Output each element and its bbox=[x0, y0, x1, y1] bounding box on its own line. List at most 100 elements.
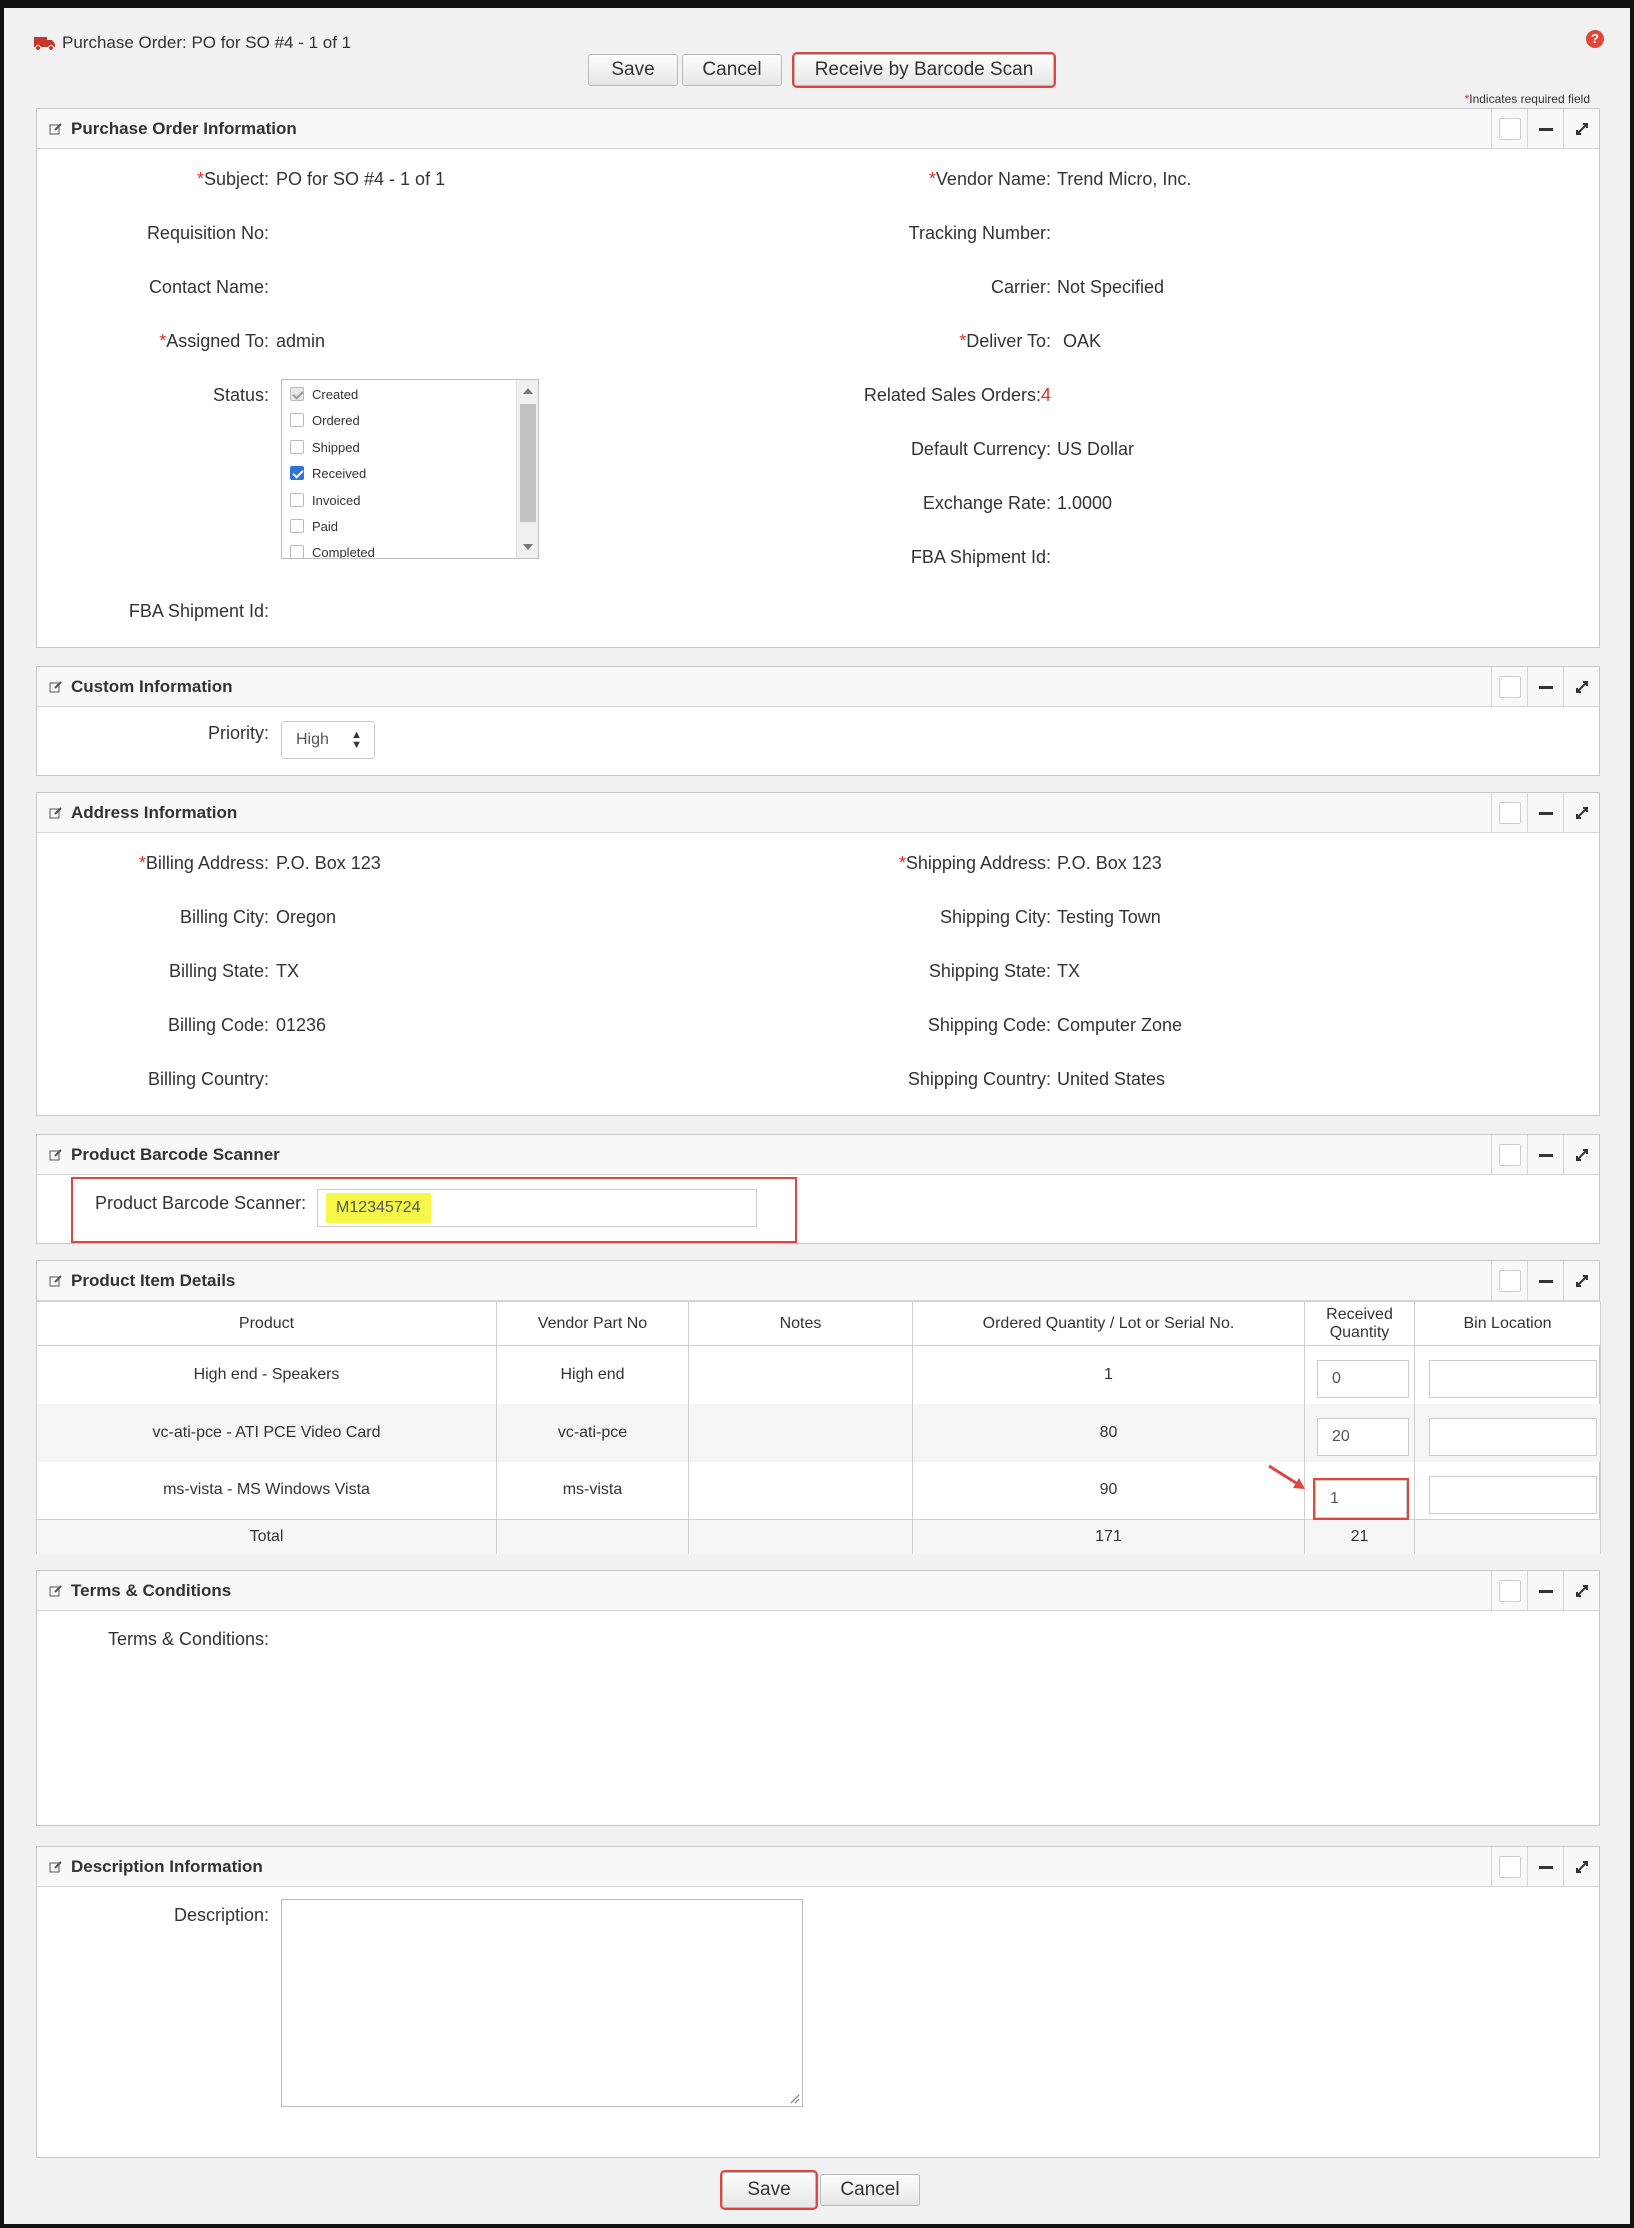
currency-value: US Dollar bbox=[1057, 439, 1135, 459]
carrier-value: Not Specified bbox=[1057, 277, 1165, 297]
terms-panel: Terms & Conditions Terms & Conditions: bbox=[36, 1570, 1600, 1826]
vendor-label: *Vendor Name: bbox=[928, 169, 1051, 189]
shipping-address-value: P.O. Box 123 bbox=[1057, 853, 1162, 873]
total-empty bbox=[1414, 1519, 1601, 1554]
shipping-city-value: Testing Town bbox=[1057, 907, 1161, 927]
status-option-invoiced[interactable]: Invoiced bbox=[290, 490, 360, 510]
ordered-cell: 1 bbox=[912, 1345, 1305, 1404]
related-sales-orders-label: Related Sales Orders:4 bbox=[863, 385, 1051, 405]
fba-shipment-label-right: FBA Shipment Id: bbox=[910, 547, 1051, 567]
bin-location-input[interactable] bbox=[1429, 1417, 1597, 1456]
cancel-button[interactable]: Cancel bbox=[682, 54, 782, 86]
footer-save-button[interactable]: Save bbox=[720, 2170, 818, 2210]
shipping-code-value: Computer Zone bbox=[1057, 1015, 1183, 1035]
received-quantity-input[interactable]: 1 bbox=[1313, 1477, 1409, 1520]
panel-checkbox[interactable] bbox=[1491, 1847, 1527, 1887]
status-option-shipped[interactable]: Shipped bbox=[290, 437, 360, 457]
billing-address-value: P.O. Box 123 bbox=[276, 853, 381, 873]
bin-location-input[interactable] bbox=[1429, 1360, 1597, 1398]
barcode-input[interactable]: M12345724 bbox=[317, 1189, 757, 1227]
bin-cell bbox=[1414, 1403, 1601, 1462]
square-icon bbox=[1498, 1270, 1521, 1292]
help-icon[interactable]: ? bbox=[1586, 30, 1604, 48]
received-cell: 1 bbox=[1268, 1461, 1415, 1520]
panel-checkbox[interactable] bbox=[1491, 109, 1527, 149]
table-row: ms-vista - MS Windows Vista ms-vista 90 … bbox=[36, 1461, 1601, 1520]
expand-button[interactable] bbox=[1563, 1571, 1599, 1611]
expand-button[interactable] bbox=[1563, 109, 1599, 149]
minus-icon bbox=[1538, 127, 1553, 131]
column-header: Ordered Quantity / Lot or Serial No. bbox=[912, 1301, 1305, 1346]
panel-title: Purchase Order Information bbox=[71, 118, 297, 138]
bin-location-input[interactable] bbox=[1429, 1475, 1597, 1514]
received-quantity-input[interactable]: 0 bbox=[1317, 1360, 1409, 1398]
panel-checkbox[interactable] bbox=[1491, 1135, 1527, 1175]
description-textarea[interactable] bbox=[281, 1899, 803, 2107]
collapse-button[interactable] bbox=[1527, 1261, 1563, 1301]
collapse-button[interactable] bbox=[1527, 109, 1563, 149]
panel-title: Description Information bbox=[71, 1856, 263, 1876]
received-quantity-input[interactable]: 20 bbox=[1317, 1417, 1409, 1456]
page-frame: Purchase Order: PO for SO #4 - 1 of 1 ? … bbox=[0, 0, 1634, 2228]
edit-icon bbox=[49, 122, 62, 134]
expand-button[interactable] bbox=[1563, 1261, 1599, 1301]
bin-cell bbox=[1414, 1345, 1601, 1404]
panel-checkbox[interactable] bbox=[1491, 1261, 1527, 1301]
table-row: High end - Speakers High end 1 0 bbox=[36, 1345, 1601, 1404]
expand-button[interactable] bbox=[1563, 667, 1599, 707]
expand-button[interactable] bbox=[1563, 1847, 1599, 1887]
collapse-button[interactable] bbox=[1527, 667, 1563, 707]
expand-icon bbox=[1575, 1861, 1588, 1873]
billing-country-label: Billing Country: bbox=[147, 1069, 269, 1089]
status-option-received[interactable]: Received bbox=[290, 463, 366, 483]
expand-button[interactable] bbox=[1563, 793, 1599, 833]
panel-checkbox[interactable] bbox=[1491, 667, 1527, 707]
table-header-row: Product Vendor Part No Notes Ordered Qua… bbox=[36, 1301, 1601, 1346]
required-field-note: *Indicates required field bbox=[1464, 92, 1590, 106]
status-scrollbar[interactable] bbox=[516, 380, 538, 558]
status-option-ordered[interactable]: Ordered bbox=[290, 410, 360, 430]
checkbox-icon bbox=[290, 413, 304, 427]
collapse-button[interactable] bbox=[1527, 1847, 1563, 1887]
footer-cancel-button[interactable]: Cancel bbox=[820, 2174, 920, 2206]
billing-state-label: Billing State: bbox=[168, 961, 269, 981]
collapse-button[interactable] bbox=[1527, 1571, 1563, 1611]
scroll-thumb[interactable] bbox=[520, 404, 536, 522]
product-cell: ms-vista - MS Windows Vista bbox=[36, 1461, 497, 1520]
status-option-paid[interactable]: Paid bbox=[290, 516, 338, 536]
ordered-cell: 90 bbox=[912, 1461, 1305, 1520]
status-listbox[interactable]: Created Ordered Shipped Received Invoice… bbox=[281, 379, 539, 559]
related-sales-orders-link[interactable]: 4 bbox=[1041, 385, 1051, 405]
barcode-scanner-panel: Product Barcode Scanner Product Barcode … bbox=[36, 1134, 1600, 1244]
edit-icon bbox=[49, 1584, 62, 1596]
product-cell: High end - Speakers bbox=[36, 1345, 497, 1404]
product-items-panel: Product Item Details Product Vendor Part… bbox=[36, 1260, 1601, 1554]
fba-shipment-label-left: FBA Shipment Id: bbox=[128, 601, 269, 621]
panel-checkbox[interactable] bbox=[1491, 793, 1527, 833]
save-button[interactable]: Save bbox=[588, 54, 678, 86]
panel-header: Address Information bbox=[37, 793, 1599, 833]
part-cell: vc-ati-pce bbox=[496, 1403, 689, 1462]
status-option-created[interactable]: Created bbox=[290, 384, 358, 404]
subject-value: PO for SO #4 - 1 of 1 bbox=[276, 169, 446, 189]
status-option-completed[interactable]: Completed bbox=[290, 542, 375, 558]
collapse-button[interactable] bbox=[1527, 1135, 1563, 1175]
received-cell: 20 bbox=[1304, 1403, 1415, 1462]
column-header: Notes bbox=[688, 1301, 913, 1346]
checkbox-icon bbox=[290, 519, 304, 533]
receive-by-barcode-scan-button[interactable]: Receive by Barcode Scan bbox=[792, 52, 1056, 88]
minus-icon bbox=[1538, 1589, 1553, 1593]
expand-icon bbox=[1575, 807, 1588, 819]
billing-address-label: *Billing Address: bbox=[138, 853, 269, 873]
checkbox-icon bbox=[290, 440, 304, 454]
minus-icon bbox=[1538, 1865, 1553, 1869]
panel-checkbox[interactable] bbox=[1491, 1571, 1527, 1611]
description-panel: Description Information Description: bbox=[36, 1846, 1600, 2158]
bin-cell bbox=[1414, 1461, 1601, 1520]
expand-button[interactable] bbox=[1563, 1135, 1599, 1175]
total-received: 21 bbox=[1304, 1519, 1415, 1554]
checkbox-icon bbox=[290, 545, 304, 558]
shipping-country-value: United States bbox=[1057, 1069, 1166, 1089]
collapse-button[interactable] bbox=[1527, 793, 1563, 833]
priority-select[interactable]: High ▲ ▼ bbox=[281, 721, 375, 759]
